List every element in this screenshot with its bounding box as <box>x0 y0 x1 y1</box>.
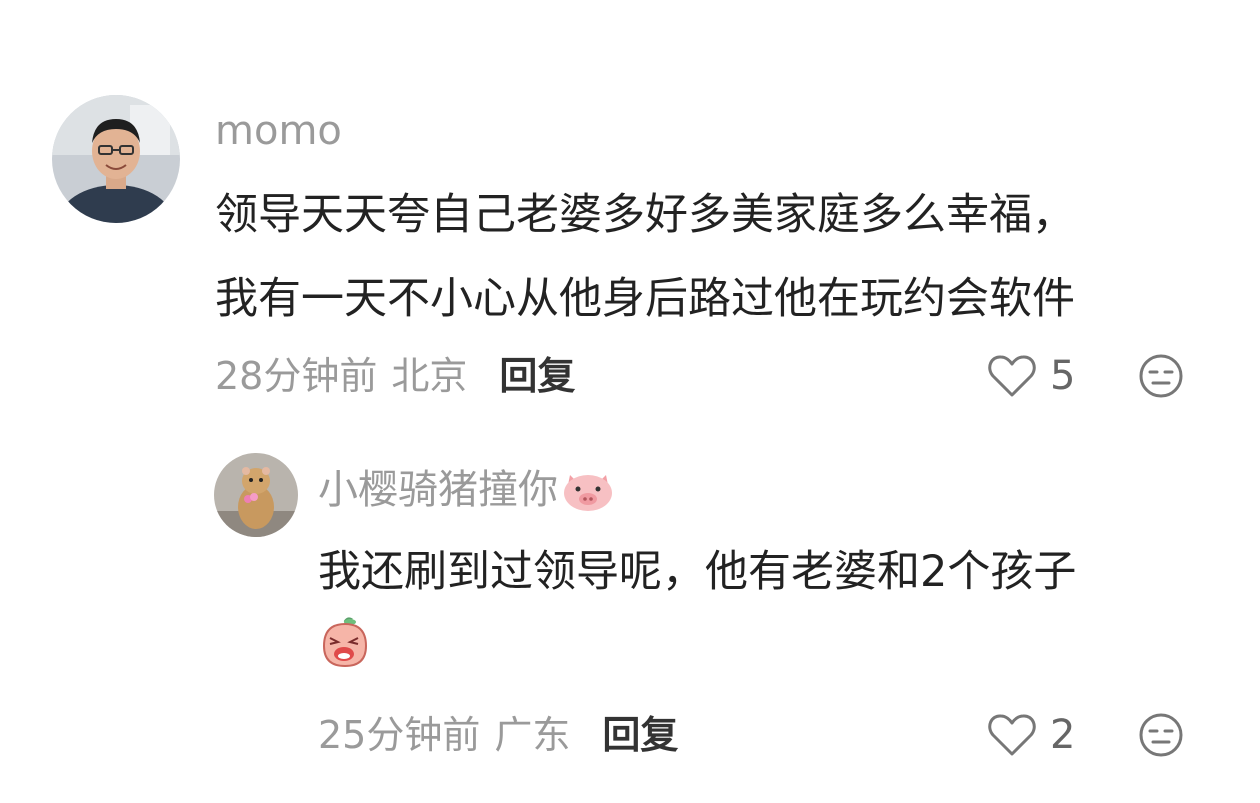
comment-line: 我还刷到过领导呢，他有老婆和2个孩子 <box>318 547 1077 597</box>
timestamp: 25分钟前 <box>318 713 481 757</box>
comment-meta: 25分钟前 广东 回复 <box>318 712 678 758</box>
username-row: 小樱骑猪撞你 <box>318 466 616 514</box>
dislike-button[interactable] <box>1138 353 1184 399</box>
reply-button[interactable]: 回复 <box>499 353 575 399</box>
unamused-face-icon <box>1139 713 1183 757</box>
dislike-button[interactable] <box>1138 712 1184 758</box>
comment-text: 领导天天夸自己老婆多好多美家庭多么幸福， 我有一天不小心从他身后路过他在玩约会软… <box>215 173 1075 341</box>
username[interactable]: momo <box>215 107 342 155</box>
comment-line: 领导天天夸自己老婆多好多美家庭多么幸福， <box>215 190 1075 240</box>
comment-line: 我有一天不小心从他身后路过他在玩约会软件 <box>215 274 1075 324</box>
like-button[interactable] <box>987 353 1037 399</box>
avatar[interactable] <box>52 95 180 223</box>
unamused-face-icon <box>1139 354 1183 398</box>
like-count: 2 <box>1050 712 1076 758</box>
reply-button[interactable]: 回复 <box>602 712 678 758</box>
avatar[interactable] <box>214 453 298 537</box>
crying-peach-emoji <box>318 616 372 670</box>
comment-meta: 28分钟前 北京 回复 <box>215 353 575 399</box>
like-count: 5 <box>1050 353 1076 399</box>
location: 广东 <box>494 713 571 757</box>
timestamp: 28分钟前 <box>215 354 378 398</box>
like-button[interactable] <box>987 712 1037 758</box>
heart-outline-icon <box>988 714 1036 756</box>
pig-face-emoji <box>560 467 616 513</box>
heart-outline-icon <box>988 355 1036 397</box>
username[interactable]: 小樱骑猪撞你 <box>318 466 558 514</box>
location: 北京 <box>391 354 468 398</box>
